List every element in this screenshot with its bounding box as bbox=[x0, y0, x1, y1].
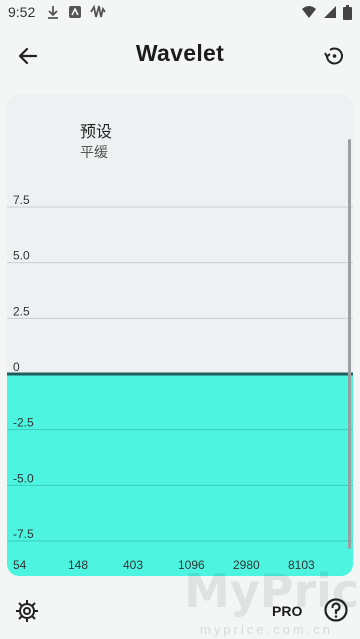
y-tick-label: 5.0 bbox=[13, 249, 30, 263]
x-tick-label: 403 bbox=[123, 558, 143, 572]
history-icon bbox=[324, 47, 343, 65]
help-button[interactable] bbox=[323, 597, 351, 625]
x-tick-label: 148 bbox=[68, 558, 88, 572]
gear-icon bbox=[16, 600, 38, 622]
y-tick-label: 0 bbox=[13, 360, 20, 374]
download-icon bbox=[48, 6, 58, 19]
help-circle-icon bbox=[324, 598, 348, 622]
y-tick-label: -5.0 bbox=[13, 471, 34, 485]
y-tick-label: 7.5 bbox=[13, 193, 30, 207]
eq-chart[interactable]: 7.55.02.50-2.5-5.0-7.554 148 403 1096 2980 81… bbox=[7, 94, 353, 576]
y-tick-label: 2.5 bbox=[13, 304, 30, 318]
status-icons-left bbox=[46, 5, 106, 19]
signal-icon bbox=[324, 6, 336, 18]
eq-fill-area bbox=[7, 374, 353, 576]
x-tick-label: 54 bbox=[13, 558, 27, 572]
status-time: 9:52 bbox=[8, 4, 36, 20]
notification-icon bbox=[69, 6, 81, 18]
eq-card: 7.5 5.0 2.5 0 -2.5 -5.0 -7.5 54 148 403 1096 2980 81… bbox=[7, 94, 353, 576]
bottom-bar: MyPrice myprice.com.cn PRO bbox=[0, 564, 360, 639]
y-tick-label: -7.5 bbox=[13, 527, 34, 541]
settings-button[interactable] bbox=[14, 598, 42, 626]
battery-icon bbox=[343, 5, 352, 20]
status-icons-right bbox=[301, 5, 352, 20]
pro-button[interactable]: PRO bbox=[272, 603, 302, 619]
wifi-icon bbox=[302, 6, 316, 18]
preset-label[interactable]: 预设 bbox=[80, 118, 112, 142]
y-tick-label: -2.5 bbox=[13, 416, 34, 430]
preset-value[interactable]: 平缓 bbox=[80, 142, 108, 162]
waveform-icon bbox=[90, 5, 106, 18]
page-title: Wavelet bbox=[135, 40, 225, 66]
watermark-sub: myprice.com.cn bbox=[200, 622, 334, 637]
app-bar: Wavelet bbox=[0, 26, 360, 86]
scrollbar[interactable] bbox=[348, 139, 351, 549]
status-bar: 9:52 bbox=[0, 0, 360, 26]
reset-button[interactable] bbox=[318, 40, 350, 72]
